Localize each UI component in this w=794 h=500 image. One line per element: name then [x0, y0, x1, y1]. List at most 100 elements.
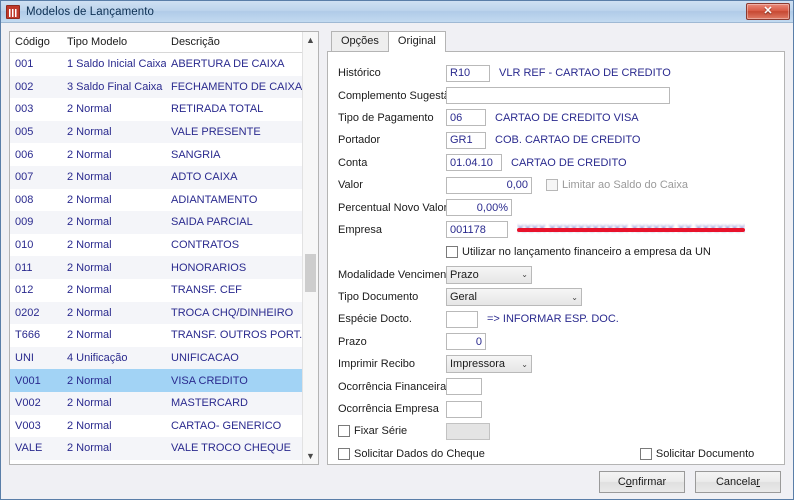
table-row[interactable]: V003 2 Normal CARTAO- GENERICO — [10, 414, 302, 438]
cell-tipo-modelo: 2 Normal — [67, 126, 112, 139]
cell-codigo: V003 — [15, 419, 41, 432]
fixar-serie-input[interactable] — [446, 422, 490, 440]
cell-descricao: TROCA CHQ/DINHEIRO — [171, 306, 294, 319]
scrollbar-track[interactable] — [303, 48, 318, 448]
cell-codigo: 007 — [15, 171, 34, 184]
tab-opcoes[interactable]: Opções — [331, 31, 389, 51]
portador-input[interactable]: GR1 — [446, 131, 486, 149]
cell-tipo-modelo: 4 Unificação — [67, 352, 128, 365]
cell-codigo: 012 — [15, 284, 34, 297]
label-complemento-sugestao: Complemento Sugestão — [338, 89, 457, 102]
table-row[interactable]: 0202 2 Normal TROCA CHQ/DINHEIRO — [10, 301, 302, 325]
solicitar-dados-cheque-checkbox[interactable] — [338, 447, 350, 460]
solicitar-documento-checkbox[interactable] — [639, 447, 652, 460]
table-row[interactable]: 001 1 Saldo Inicial Caixa ABERTURA DE CAIX… — [10, 53, 302, 76]
cell-descricao: VISA CREDITO — [171, 374, 248, 387]
chevron-down-icon: ⌄ — [521, 359, 528, 369]
confirmar-button[interactable]: Co nfirmar — [599, 471, 685, 493]
conta-description: CARTAO DE CREDITO — [511, 156, 627, 169]
cell-tipo-modelo: 3 Saldo Final Caixa — [67, 80, 163, 93]
tipo-documento-value: Geral — [450, 291, 477, 304]
column-header-tipo-modelo[interactable]: Tipo Modelo — [62, 32, 166, 52]
especie-docto-input[interactable] — [446, 310, 478, 328]
table-row[interactable]: VALE 2 Normal VALE TROCO CHEQUE — [10, 437, 302, 460]
cell-tipo-modelo: 2 Normal — [67, 103, 112, 116]
cell-descricao: VALE TROCO CHEQUE — [171, 442, 292, 455]
fixar-serie-checkbox[interactable] — [338, 425, 350, 438]
table-row[interactable]: UNI 4 Unificação UNIFICACAO — [10, 346, 302, 370]
cell-descricao: SANGRIA — [171, 148, 221, 161]
cell-codigo: VALE — [15, 442, 43, 455]
historico-input[interactable]: R10 — [446, 64, 490, 82]
title-bar: Modelos de Lançamento ✕ — [1, 1, 793, 23]
field-row-empresa: Empresa 001178 XXXX XXXXXXXXXXX XXXXXX X… — [338, 219, 774, 241]
cell-codigo: 002 — [15, 80, 34, 93]
label-imprimir-recibo: Imprimir Recibo — [338, 358, 416, 371]
table-row[interactable]: 009 2 Normal SAIDA PARCIAL — [10, 211, 302, 234]
column-header-descricao[interactable]: Descrição — [166, 32, 302, 52]
tab-original[interactable]: Original — [387, 31, 446, 52]
scroll-down-icon[interactable]: ▼ — [303, 448, 318, 464]
grid-scrollbar[interactable]: ▲ ▼ — [302, 32, 318, 464]
table-row[interactable]: 002 3 Saldo Final Caixa FECHAMENTO DE CAIX… — [10, 75, 302, 99]
cell-tipo-modelo: 1 Saldo Inicial Caixa — [67, 58, 166, 71]
label-historico: Histórico — [338, 67, 381, 80]
cell-tipo-modelo: 2 Normal — [67, 261, 112, 274]
checkbox-row-1: Solicitar Dados do Cheque Solicitar Docu… — [338, 443, 774, 464]
cell-tipo-modelo: 2 Normal — [67, 148, 112, 161]
cell-codigo: 010 — [15, 239, 34, 252]
table-row[interactable]: 010 2 Normal CONTRATOS — [10, 233, 302, 257]
imprimir-recibo-value: Impressora — [450, 358, 506, 371]
table-row[interactable]: T666 2 Normal TRANSF. OUTROS PORT. — [10, 324, 302, 347]
cancelar-mnemonic: r — [756, 476, 761, 488]
label-especie-docto: Espécie Docto. — [338, 313, 412, 326]
field-row-tipo-documento: Tipo Documento Geral ⌄ — [338, 286, 774, 308]
close-button[interactable]: ✕ — [746, 3, 790, 20]
cell-tipo-modelo: 2 Normal — [67, 171, 112, 184]
modalidade-vencimento-select[interactable]: Prazo ⌄ — [446, 265, 532, 284]
imprimir-recibo-select[interactable]: Impressora ⌄ — [446, 355, 532, 374]
cell-descricao: HONORARIOS — [171, 261, 247, 274]
table-row[interactable]: V001 2 Normal VISA CREDITO — [10, 369, 302, 392]
conta-input[interactable]: 01.04.10 — [446, 154, 502, 172]
ocorrencia-empresa-input[interactable] — [446, 400, 482, 418]
utilizar-un-checkbox[interactable] — [446, 246, 458, 259]
cell-descricao: MASTERCARD — [171, 397, 249, 410]
complemento-sugestao-input[interactable] — [446, 87, 670, 105]
cell-codigo: 009 — [15, 216, 34, 229]
tipo-pagamento-input[interactable]: 06 — [446, 109, 486, 127]
scroll-up-icon[interactable]: ▲ — [303, 32, 318, 48]
limitar-saldo-checkbox[interactable] — [546, 179, 558, 192]
ocorrencia-financeira-input[interactable] — [446, 378, 482, 396]
table-row[interactable]: 011 2 Normal HONORARIOS — [10, 256, 302, 279]
cell-tipo-modelo: 2 Normal — [67, 374, 112, 387]
table-row[interactable]: V002 2 Normal MASTERCARD — [10, 391, 302, 415]
tipo-documento-select[interactable]: Geral ⌄ — [446, 288, 582, 307]
field-row-historico: Histórico R10 VLR REF - CARTAO DE CREDIT… — [338, 62, 774, 84]
limitar-saldo-label: Limitar ao Saldo do Caixa — [562, 179, 688, 192]
grid-header-row: Código Tipo Modelo Descrição — [10, 32, 302, 53]
empresa-description-redacted: XXXX XXXXXXXXXXX XXXXXX XX XXXXXXXXX — [517, 223, 745, 236]
cell-tipo-modelo: 2 Normal — [67, 397, 112, 410]
valor-input[interactable]: 0,00 — [446, 176, 532, 194]
cancelar-button[interactable]: Cancela r — [695, 471, 781, 493]
table-row[interactable]: 006 2 Normal SANGRIA — [10, 143, 302, 166]
label-valor: Valor — [338, 179, 363, 192]
label-empresa: Empresa — [338, 223, 383, 236]
table-row[interactable]: VALET2 NormalVALE TROCO — [10, 459, 302, 464]
column-header-codigo[interactable]: Código — [10, 32, 62, 52]
field-row-ocorrencia-financeira: Ocorrência Financeira — [338, 375, 774, 397]
detail-panel: Opções Original Histórico R10 VLR REF - … — [327, 31, 785, 465]
scrollbar-thumb[interactable] — [305, 254, 316, 292]
table-row[interactable]: 005 2 Normal VALE PRESENTE — [10, 120, 302, 144]
cell-descricao: ADIANTAMENTO — [171, 193, 258, 206]
prazo-input[interactable]: 0 — [446, 333, 486, 351]
percentual-novo-valor-input[interactable]: 0,00% — [446, 199, 512, 217]
solicitar-dados-cheque-label: Solicitar Dados do Cheque — [354, 447, 485, 460]
table-row[interactable]: 007 2 Normal ADTO CAIXA — [10, 165, 302, 189]
table-row[interactable]: 003 2 Normal RETIRADA TOTAL — [10, 98, 302, 121]
empresa-input[interactable]: 001178 — [446, 221, 508, 239]
field-row-imprimir-recibo: Imprimir Recibo Impressora ⌄ — [338, 353, 774, 375]
table-row[interactable]: 008 2 Normal ADIANTAMENTO — [10, 188, 302, 212]
table-row[interactable]: 012 2 Normal TRANSF. CEF — [10, 278, 302, 302]
